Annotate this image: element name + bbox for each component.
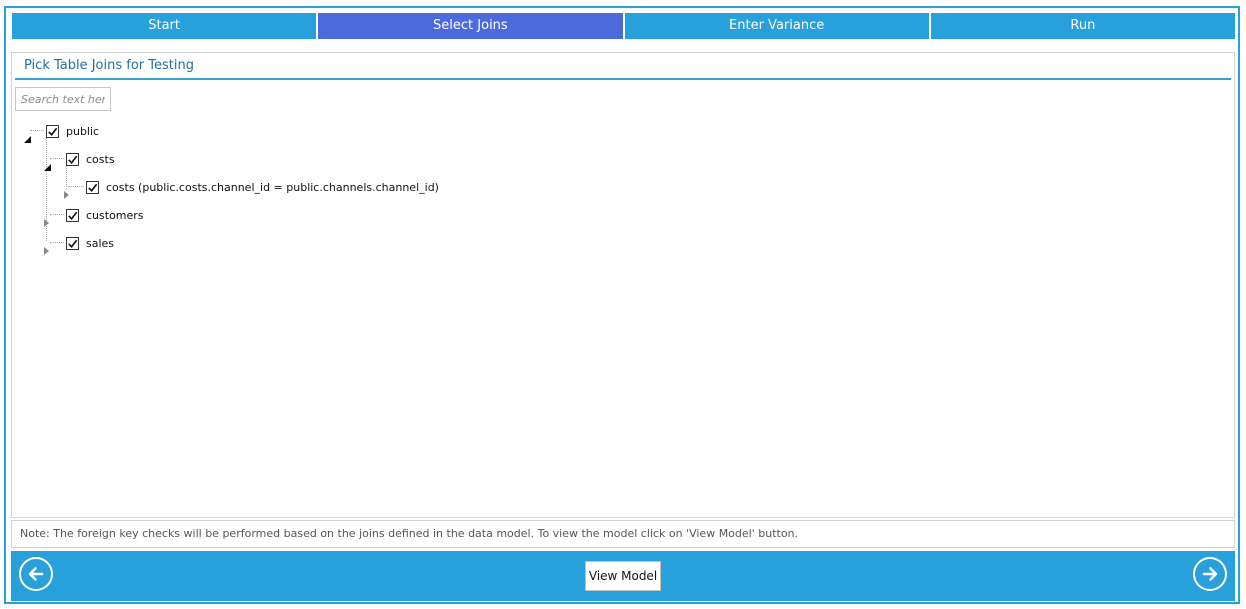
search-input[interactable]: [15, 87, 111, 111]
collapse-triangle-icon[interactable]: [24, 129, 32, 143]
arrow-left-circle-icon: [28, 567, 44, 581]
tree-label: customers: [86, 208, 144, 222]
panel-divider: [15, 78, 1231, 80]
back-button[interactable]: [19, 557, 53, 591]
footer-bar: View Model: [11, 551, 1235, 601]
tree-label: costs: [86, 152, 115, 166]
panel-title: Pick Table Joins for Testing: [24, 58, 194, 73]
checkbox-sales[interactable]: [66, 236, 79, 250]
arrow-right-circle-icon: [1202, 567, 1218, 581]
checkbox-public[interactable]: [46, 124, 59, 138]
step-run[interactable]: Run: [930, 13, 1235, 39]
expand-triangle-icon[interactable]: [43, 212, 51, 227]
view-model-button[interactable]: View Model: [585, 561, 661, 591]
tree-node-customers: customers: [43, 205, 144, 227]
wizard-window: Start Select Joins Enter Variance Run Pi…: [4, 6, 1240, 604]
collapse-triangle-icon[interactable]: [44, 157, 52, 171]
tree-node-sales: sales: [43, 233, 115, 255]
info-note: Note: The foreign key checks will be per…: [11, 520, 1235, 548]
join-tree: public costs costs (public.costs.channel…: [12, 113, 1234, 493]
tree-node-costs: costs: [44, 149, 115, 171]
next-button[interactable]: [1193, 557, 1227, 591]
tree-node-public: public: [24, 121, 100, 143]
tree-label: sales: [86, 236, 115, 250]
expand-triangle-icon[interactable]: [43, 240, 51, 255]
step-start[interactable]: Start: [12, 13, 317, 39]
joins-panel: Pick Table Joins for Testing public: [11, 52, 1235, 518]
step-select-joins[interactable]: Select Joins: [318, 13, 623, 39]
tree-label: costs (public.costs.channel_id = public.…: [106, 180, 439, 194]
checkbox-costs-join[interactable]: [86, 180, 99, 194]
tree-label: public: [66, 124, 100, 138]
checkbox-customers[interactable]: [66, 208, 79, 222]
step-enter-variance[interactable]: Enter Variance: [624, 13, 929, 39]
wizard-steps: Start Select Joins Enter Variance Run: [12, 13, 1235, 39]
checkbox-costs[interactable]: [66, 152, 79, 166]
expand-triangle-icon[interactable]: [63, 184, 71, 199]
tree-node-costs-join: costs (public.costs.channel_id = public.…: [63, 177, 439, 199]
